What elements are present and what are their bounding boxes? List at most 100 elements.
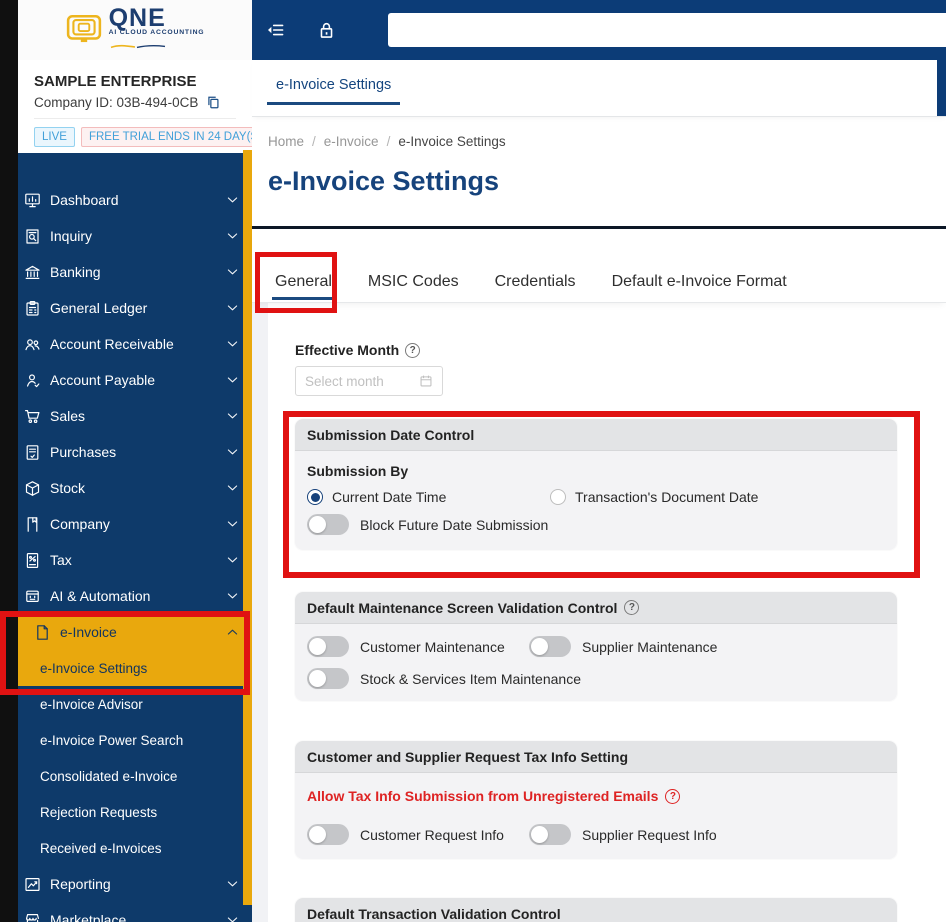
breadcrumb-item-e-invoice[interactable]: e-Invoice: [324, 133, 379, 151]
toggle-knob: [309, 638, 326, 655]
chevron-up-icon: [227, 628, 238, 636]
toggle-supplier-request-info[interactable]: [529, 824, 571, 845]
e-invoice-icon: [34, 624, 51, 641]
toggle-label: Customer Request Info: [360, 826, 504, 843]
company-id: Company ID: 03B-494-0CB: [34, 95, 199, 110]
dashboard-icon: [24, 192, 41, 209]
left-gutter: [252, 303, 268, 922]
menu-fold-icon[interactable]: [265, 21, 286, 39]
sidebar-item-label: e-Invoice Advisor: [40, 696, 143, 712]
sidebar-item-consolidated-e-invoice[interactable]: Consolidated e-Invoice: [18, 758, 252, 794]
qne-monitor-icon: [66, 14, 102, 46]
chevron-down-icon: [227, 376, 238, 384]
radio-unselected-icon[interactable]: [550, 489, 566, 505]
help-icon[interactable]: ?: [624, 600, 640, 615]
calendar-icon: [419, 374, 433, 388]
sidebar-item-company[interactable]: Company: [18, 506, 252, 542]
sidebar-accent-strip: [243, 150, 252, 905]
radio-label: Transaction's Document Date: [575, 489, 759, 505]
submission-by-label: Submission By: [307, 463, 409, 479]
breadcrumb-item-home[interactable]: Home: [268, 133, 304, 151]
radio-option-current-date-time[interactable]: Current Date Time: [307, 489, 550, 505]
left-black-strip: [0, 0, 18, 922]
tab-credentials[interactable]: Credentials: [492, 273, 579, 302]
tab-default-e-invoice-format[interactable]: Default e-Invoice Format: [609, 273, 790, 302]
sidebar-item-general-ledger[interactable]: General Ledger: [18, 290, 252, 326]
ai-automation-icon: [24, 588, 41, 605]
sidebar-item-e-invoice-advisor[interactable]: e-Invoice Advisor: [18, 686, 252, 722]
chevron-down-icon: [227, 916, 238, 922]
sidebar-item-label: Stock: [50, 480, 86, 496]
sidebar-item-label: Reporting: [50, 876, 111, 892]
sidebar-item-label: e-Invoice: [60, 624, 117, 640]
toggle-knob: [309, 826, 326, 843]
brand-text: QNE AI CLOUD ACCOUNTING: [108, 3, 205, 54]
toggle-customer-request-info[interactable]: [307, 824, 349, 845]
chevron-down-icon: [227, 412, 238, 420]
page-title: e-Invoice Settings: [268, 166, 500, 196]
settings-panel: General MSIC Codes Credentials Default e-In…: [252, 226, 946, 922]
radio-selected-icon[interactable]: [307, 489, 323, 505]
toggle-label: Block Future Date Submission: [360, 516, 549, 533]
stock-icon: [24, 480, 41, 497]
sidebar-item-label: Rejection Requests: [40, 804, 158, 820]
sidebar-item-label: Banking: [50, 264, 101, 280]
toggle-knob: [531, 826, 548, 843]
month-placeholder: Select month: [305, 373, 384, 389]
toggle-stock-services-item-maintenance[interactable]: [307, 668, 349, 689]
sidebar-item-e-invoice-settings[interactable]: e-Invoice Settings: [18, 650, 252, 686]
open-tabs-bar: e-Invoice Settings: [252, 60, 946, 117]
tabstrip-right-block: [937, 60, 946, 116]
help-icon[interactable]: ?: [665, 788, 681, 804]
tab-general[interactable]: General: [272, 273, 335, 300]
sidebar-item-ai-automation[interactable]: AI & Automation: [18, 578, 252, 614]
sales-icon: [24, 408, 41, 425]
chevron-down-icon: [227, 196, 238, 204]
tax-info-setting-card: Customer and Supplier Request Tax Info S…: [295, 741, 897, 859]
account-payable-icon: [24, 372, 41, 389]
sidebar-item-tax[interactable]: Tax: [18, 542, 252, 578]
toggle-block-future-date-submission[interactable]: [307, 514, 349, 535]
lock-icon[interactable]: [317, 21, 336, 40]
brand-name: QNE: [108, 3, 166, 32]
toggle-label: Supplier Maintenance: [582, 638, 718, 655]
copy-icon[interactable]: [206, 95, 221, 110]
sidebar-item-account-receivable[interactable]: Account Receivable: [18, 326, 252, 362]
toggle-supplier-maintenance[interactable]: [529, 636, 571, 657]
sidebar-item-received-e-invoices[interactable]: Received e-Invoices: [18, 830, 252, 866]
sidebar-item-inquiry[interactable]: Inquiry: [18, 218, 252, 254]
sidebar-item-rejection-requests[interactable]: Rejection Requests: [18, 794, 252, 830]
breadcrumb-item-e-invoice-settings[interactable]: e-Invoice Settings: [398, 133, 505, 151]
sidebar-item-reporting[interactable]: Reporting: [18, 866, 252, 902]
chevron-down-icon: [227, 268, 238, 276]
search-input[interactable]: [388, 13, 946, 47]
radio-option-transaction-s-document-date[interactable]: Transaction's Document Date: [550, 489, 758, 505]
tab-msic-codes[interactable]: MSIC Codes: [365, 273, 462, 302]
sidebar-item-e-invoice-power-search[interactable]: e-Invoice Power Search: [18, 722, 252, 758]
toggle-knob: [309, 670, 326, 687]
sidebar-item-sales[interactable]: Sales: [18, 398, 252, 434]
sidebar-item-label: e-Invoice Settings: [40, 660, 148, 676]
chevron-down-icon: [227, 880, 238, 888]
sidebar-item-banking[interactable]: Banking: [18, 254, 252, 290]
sidebar-item-e-invoice[interactable]: e-Invoice: [18, 614, 252, 650]
effective-month-input[interactable]: Select month: [295, 366, 443, 396]
chevron-down-icon: [227, 304, 238, 312]
sidebar-item-account-payable[interactable]: Account Payable: [18, 362, 252, 398]
help-icon[interactable]: ?: [405, 342, 421, 358]
toggle-customer-maintenance[interactable]: [307, 636, 349, 657]
general-ledger-icon: [24, 300, 41, 317]
radio-label: Current Date Time: [332, 489, 447, 505]
app-root: QNE AI CLOUD ACCOUNTING SAMPLE ENTERPRIS…: [0, 0, 946, 922]
brand-tagline: AI CLOUD ACCOUNTING: [108, 28, 205, 36]
qne-logo[interactable]: QNE AI CLOUD ACCOUNTING: [18, 0, 252, 60]
sidebar-item-label: Tax: [50, 552, 72, 568]
sidebar-item-label: e-Invoice Power Search: [40, 732, 184, 748]
sidebar-item-purchases[interactable]: Purchases: [18, 434, 252, 470]
open-tab-e-invoice-settings[interactable]: e-Invoice Settings: [267, 77, 401, 105]
sidebar-item-stock[interactable]: Stock: [18, 470, 252, 506]
sidebar-item-label: Inquiry: [50, 228, 93, 244]
sidebar-item-marketplace[interactable]: Marketplace: [18, 902, 252, 922]
toggle-knob: [309, 516, 326, 533]
sidebar-item-dashboard[interactable]: Dashboard: [18, 182, 252, 218]
